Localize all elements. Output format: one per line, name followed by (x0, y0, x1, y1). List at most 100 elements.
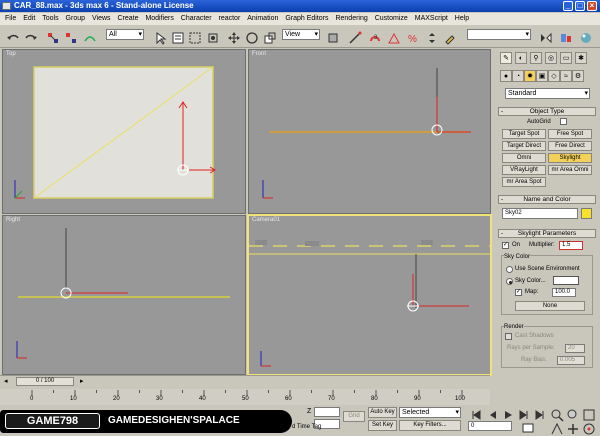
reference-coordinate-dropdown[interactable]: View (282, 29, 320, 40)
material-editor-icon[interactable] (578, 30, 592, 44)
menu-group[interactable]: Group (66, 15, 85, 22)
select-and-link-icon[interactable] (45, 30, 59, 44)
utilities-tab-icon[interactable]: ✱ (575, 52, 587, 64)
add-time-tag[interactable]: d Time Tag (292, 424, 321, 430)
cast-shadows-checkbox[interactable] (505, 333, 512, 340)
viewport-camera[interactable]: Camera01 (247, 214, 492, 376)
vraylight-button[interactable]: VRayLight (502, 165, 546, 175)
menu-graph-editors[interactable]: Graph Editors (285, 15, 328, 22)
menu-help[interactable]: Help (455, 15, 469, 22)
cameras-icon[interactable]: ▣ (536, 70, 548, 82)
pivot-center-icon[interactable] (325, 30, 339, 44)
autogrid-checkbox[interactable] (560, 118, 567, 125)
time-next-icon[interactable]: ▸ (80, 377, 84, 385)
space-warps-icon[interactable]: ≈ (560, 70, 572, 82)
sky-color-swatch[interactable] (553, 276, 579, 285)
hierarchy-tab-icon[interactable]: ⚲ (530, 52, 542, 64)
redo-icon[interactable] (23, 30, 37, 44)
time-slider[interactable]: 0 / 100 ◂ ▸ (0, 375, 490, 387)
select-by-name-icon[interactable] (170, 30, 184, 44)
ray-bias-spinner[interactable]: 0.005 (557, 356, 585, 365)
motion-tab-icon[interactable]: ◎ (545, 52, 557, 64)
z-coordinate-field[interactable] (314, 407, 340, 417)
menu-rendering[interactable]: Rendering (335, 15, 367, 22)
menu-maxscript[interactable]: MAXScript (415, 15, 448, 22)
selection-filter-dropdown[interactable]: All (106, 29, 144, 40)
zoom-extents-icon[interactable] (581, 407, 595, 421)
zoom-all-icon[interactable] (565, 407, 579, 421)
menu-views[interactable]: Views (92, 15, 111, 22)
prev-frame-icon[interactable] (484, 407, 498, 421)
menu-file[interactable]: File (5, 15, 16, 22)
free-direct-button[interactable]: Free Direct (548, 141, 592, 151)
snap-toggle-icon[interactable]: 3 (367, 30, 381, 44)
map-amount-spinner[interactable]: 100.0 (552, 288, 576, 297)
minimize-button[interactable]: _ (563, 1, 573, 11)
target-spot-button[interactable]: Target Spot (502, 129, 546, 139)
undo-icon[interactable] (5, 30, 19, 44)
current-frame-field[interactable]: 0 (468, 421, 512, 431)
maximize-button[interactable]: □ (575, 1, 585, 11)
time-slider-thumb[interactable]: 0 / 100 (16, 377, 74, 386)
menu-character[interactable]: Character (181, 15, 212, 22)
region-select-icon[interactable] (187, 30, 201, 44)
shapes-icon[interactable]: ◔ (512, 70, 524, 82)
free-spot-button[interactable]: Free Spot (548, 129, 592, 139)
object-color-swatch[interactable] (581, 208, 592, 219)
skylight-parameters-rollout[interactable]: - Skylight Parameters (498, 229, 596, 238)
light-category-dropdown[interactable]: Standard (505, 88, 590, 99)
select-object-icon[interactable] (153, 30, 167, 45)
select-and-move-icon[interactable] (226, 30, 240, 44)
set-key-button[interactable]: Set Key (368, 420, 397, 431)
systems-icon[interactable]: ⚙ (572, 70, 584, 82)
sky-color-radio[interactable] (506, 278, 513, 285)
object-type-rollout[interactable]: - Object Type (498, 107, 596, 116)
window-crossing-icon[interactable] (205, 30, 219, 44)
lights-icon[interactable]: ✹ (524, 70, 536, 82)
play-icon[interactable] (500, 407, 514, 421)
omni-button[interactable]: Omni (502, 153, 546, 163)
align-icon[interactable] (558, 30, 572, 44)
percent-snap-icon[interactable]: % (405, 30, 419, 45)
menu-tools[interactable]: Tools (42, 15, 58, 22)
mr-area-omni-button[interactable]: mr Area Omni (548, 165, 592, 175)
track-bar[interactable]: 0 10 20 30 40 50 60 70 80 90 100 (0, 389, 490, 406)
viewport-right[interactable]: Right (2, 215, 246, 375)
skylight-button[interactable]: Skylight (548, 153, 592, 163)
modify-tab-icon[interactable]: ◐ (515, 52, 527, 64)
helpers-icon[interactable]: ◇ (548, 70, 560, 82)
on-checkbox[interactable]: ✓ (502, 242, 509, 249)
field-of-view-icon[interactable] (549, 421, 563, 435)
edit-named-selections-icon[interactable] (443, 30, 457, 45)
time-configuration-icon[interactable] (520, 420, 534, 434)
create-tab-icon[interactable]: ✎ (500, 52, 512, 64)
menu-edit[interactable]: Edit (23, 15, 35, 22)
multiplier-spinner[interactable]: 1.5 (559, 241, 583, 250)
object-name-field[interactable]: Sky02 (502, 208, 578, 219)
menu-reactor[interactable]: reactor (218, 15, 240, 22)
select-and-manipulate-icon[interactable] (347, 30, 362, 44)
zoom-icon[interactable] (549, 407, 564, 422)
menu-customize[interactable]: Customize (375, 15, 408, 22)
goto-end-icon[interactable] (532, 407, 546, 421)
viewport-top[interactable]: Top (2, 49, 246, 214)
goto-start-icon[interactable] (468, 407, 482, 421)
angle-snap-icon[interactable] (386, 30, 400, 44)
name-and-color-rollout[interactable]: - Name and Color (498, 195, 596, 204)
rays-per-sample-spinner[interactable]: 20 (565, 344, 585, 353)
use-scene-environment-radio[interactable] (506, 266, 513, 273)
select-and-rotate-icon[interactable] (244, 30, 258, 44)
spinner-snap-icon[interactable] (424, 30, 438, 44)
named-selection-sets-dropdown[interactable] (467, 29, 531, 40)
menu-animation[interactable]: Animation (247, 15, 278, 22)
display-tab-icon[interactable]: ▭ (560, 52, 572, 64)
mirror-icon[interactable] (538, 30, 552, 44)
key-filters-button[interactable]: Key Filters... (399, 420, 461, 431)
geometry-icon[interactable]: ● (500, 70, 512, 82)
mr-area-spot-button[interactable]: mr Area Spot (502, 177, 546, 187)
map-checkbox[interactable]: ✓ (515, 289, 522, 296)
close-button[interactable]: × (587, 1, 597, 11)
unlink-icon[interactable] (63, 30, 77, 44)
bind-space-warp-icon[interactable] (82, 30, 96, 44)
viewport-front[interactable]: Front (248, 49, 491, 214)
